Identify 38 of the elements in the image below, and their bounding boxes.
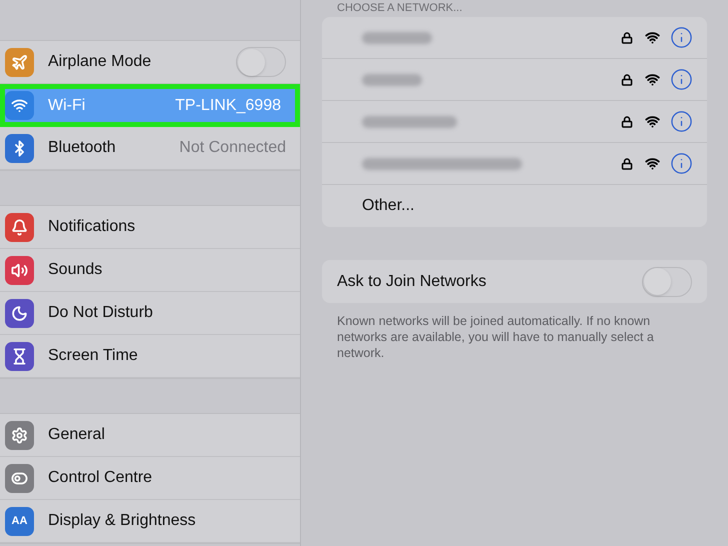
toggle-switch[interactable]: [642, 266, 692, 296]
sidebar-item[interactable]: General: [0, 414, 300, 457]
blurred-name: [362, 74, 422, 86]
sidebar-item[interactable]: Airplane Mode: [0, 41, 300, 84]
item-label: Wi-Fi: [48, 96, 86, 116]
wifi-icon: [645, 30, 660, 45]
info-icon[interactable]: [670, 68, 693, 91]
info-icon[interactable]: [670, 110, 693, 133]
sidebar-item[interactable]: Control Centre: [0, 457, 300, 500]
setting-label: Ask to Join Networks: [337, 272, 488, 292]
item-label: Sounds: [48, 260, 104, 280]
info-icon[interactable]: [670, 26, 693, 49]
text-size-icon: AA: [5, 506, 34, 536]
item-label: Airplane Mode: [48, 52, 152, 72]
sidebar-item[interactable]: Notifications: [0, 206, 300, 249]
footnote: Known networks will be joined automatically. If no known networks are available, you will have to manually select a network.: [337, 313, 655, 361]
item-label: General: [48, 425, 106, 445]
sidebar-item[interactable]: Bluetooth Not Connected: [0, 127, 300, 170]
sidebar-item[interactable]: Do Not Disturb: [0, 292, 300, 335]
sidebar-item[interactable]: AA Display & Brightness: [0, 500, 300, 543]
section-header: CHOOSE A NETWORK...: [337, 1, 464, 15]
item-label: Screen Time: [48, 346, 139, 366]
wifi-icon: [645, 72, 660, 87]
item-value: TP-LINK_6998: [175, 96, 281, 116]
item-label: Display & Brightness: [48, 511, 197, 531]
item-label: Control Centre: [48, 468, 154, 488]
blurred-name: [362, 32, 432, 44]
item-label: Notifications: [48, 217, 136, 237]
sidebar-item[interactable]: Sounds: [0, 249, 300, 292]
sidebar-item[interactable]: Screen Time: [0, 335, 300, 378]
wifi-icon: [645, 156, 660, 171]
wifi-icon: [645, 114, 660, 129]
other-row[interactable]: Other...: [322, 185, 707, 227]
info-icon[interactable]: [670, 152, 693, 175]
toggle-switch[interactable]: [236, 47, 286, 77]
item-value: Not Connected: [179, 138, 286, 158]
item-label: Bluetooth: [48, 138, 117, 158]
item-label: Do Not Disturb: [48, 303, 154, 323]
